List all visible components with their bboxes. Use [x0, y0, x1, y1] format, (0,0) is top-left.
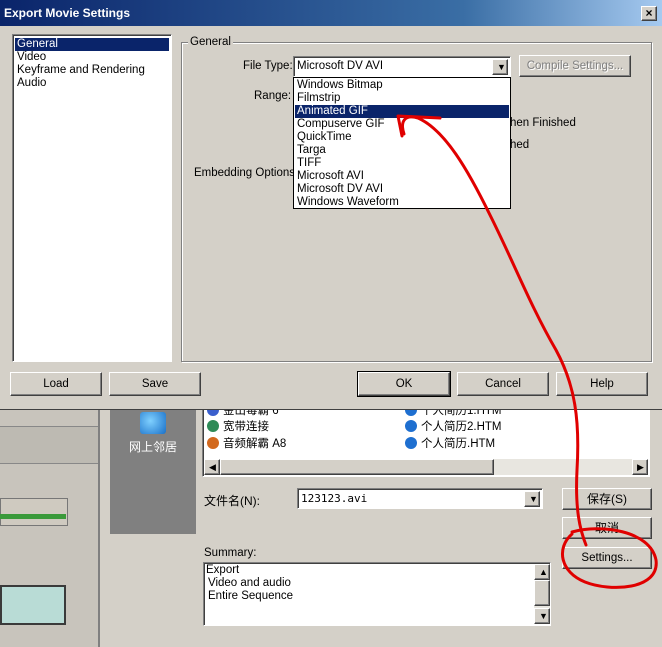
annotation-circle [561, 527, 658, 589]
red-annotation-overlay [396, 114, 658, 589]
annotation-arrow-line [401, 115, 588, 547]
